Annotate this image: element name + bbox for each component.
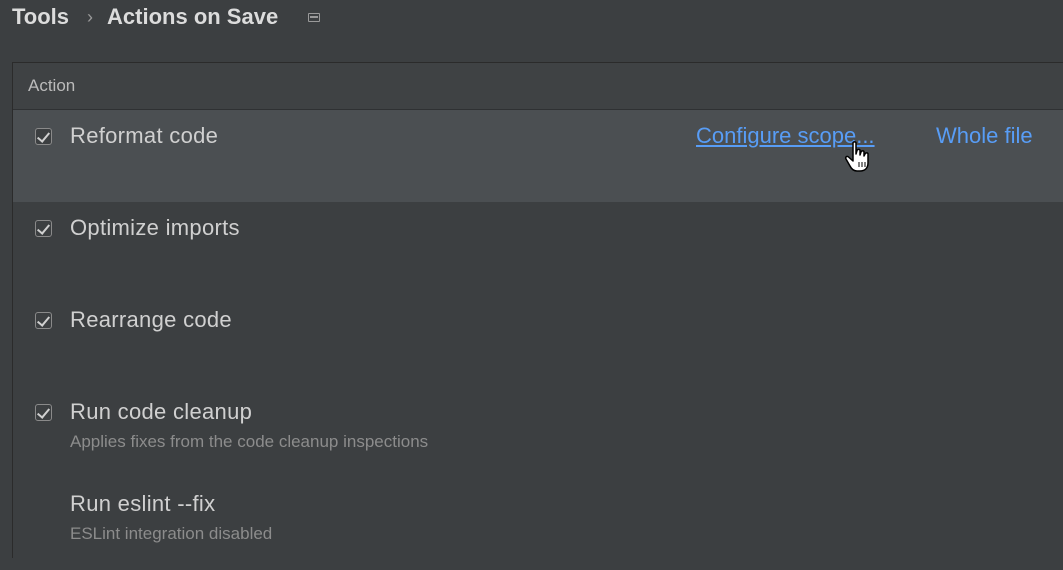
window-icon[interactable] xyxy=(308,12,321,22)
table-row-run-eslint-fix[interactable]: Run eslint --fix ESLint integration disa… xyxy=(13,478,1063,570)
run-code-cleanup-description: Applies fixes from the code cleanup insp… xyxy=(70,432,429,451)
reformat-code-checkbox[interactable] xyxy=(35,128,52,145)
run-code-cleanup-label[interactable]: Run code cleanup xyxy=(70,399,252,425)
run-eslint-fix-description: ESLint integration disabled xyxy=(70,524,273,543)
optimize-imports-label[interactable]: Optimize imports xyxy=(70,215,240,241)
table-row-optimize-imports[interactable]: Optimize imports xyxy=(13,202,1063,294)
table-row-rearrange-code[interactable]: Rearrange code xyxy=(13,294,1063,386)
rearrange-code-label[interactable]: Rearrange code xyxy=(70,307,232,333)
optimize-imports-checkbox[interactable] xyxy=(35,220,52,237)
breadcrumb: Tools › Actions on Save xyxy=(12,0,321,34)
hand-cursor-icon xyxy=(845,141,869,172)
run-code-cleanup-checkbox[interactable] xyxy=(35,404,52,421)
page-title: Actions on Save xyxy=(107,4,279,29)
breadcrumb-parent[interactable]: Tools xyxy=(12,4,69,30)
reformat-code-label[interactable]: Reformat code xyxy=(70,123,218,149)
table-row-run-code-cleanup[interactable]: Run code cleanup Applies fixes from the … xyxy=(13,386,1063,478)
column-header-action: Action xyxy=(13,63,1063,110)
breadcrumb-separator: › xyxy=(87,6,94,27)
rearrange-code-checkbox[interactable] xyxy=(35,312,52,329)
table-row-reformat-code[interactable]: Reformat code Configure scope... Whole f… xyxy=(13,110,1063,202)
run-eslint-fix-label[interactable]: Run eslint --fix xyxy=(70,491,215,517)
actions-table: Action Reformat code Configure scope... … xyxy=(12,62,1063,558)
whole-file-dropdown[interactable]: Whole file xyxy=(936,123,1033,149)
